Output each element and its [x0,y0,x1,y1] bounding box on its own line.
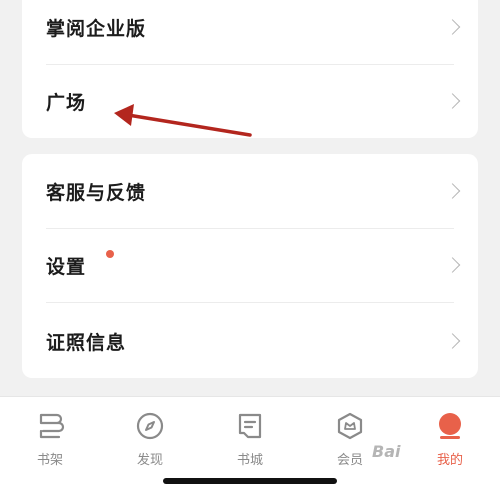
vip-shield-icon [335,411,365,441]
menu-item-label: 证照信息 [46,331,127,354]
menu-item-label: 广场 [46,91,87,114]
menu-item-enterprise[interactable]: 掌阅企业版 [22,0,478,64]
compass-icon [135,411,165,441]
bottom-tab-bar: 书架 发现 书城 会员 我的 [0,396,500,500]
divider [46,302,454,303]
chevron-right-icon [444,183,461,199]
home-indicator[interactable] [163,478,337,484]
menu-item-label: 客服与反馈 [46,181,147,204]
book-icon [235,411,265,441]
menu-card-top: 掌阅企业版 广场 [22,0,478,138]
tab-bookshelf[interactable]: 书架 [0,397,100,477]
tab-mine[interactable]: 我的 [400,397,500,477]
notification-dot [106,250,114,258]
tab-label: 我的 [436,453,463,468]
tab-vip[interactable]: 会员 [300,397,400,477]
tab-label: 书城 [236,453,263,468]
chevron-right-icon [444,333,461,349]
menu-item-license-info[interactable]: 证照信息 [22,304,478,378]
tab-label: 书架 [36,453,63,468]
tab-label: 会员 [336,453,363,468]
menu-card-bottom: 客服与反馈 设置 证照信息 [22,154,478,378]
menu-item-square[interactable]: 广场 [22,64,478,138]
menu-item-label: 掌阅企业版 [46,17,147,40]
profile-dot-icon [435,411,465,441]
menu-item-label: 设置 [46,255,87,278]
watermark: Bai [372,442,401,461]
bookshelf-icon [35,411,65,441]
tab-bookstore[interactable]: 书城 [200,397,300,477]
tab-discover[interactable]: 发现 [100,397,200,477]
chevron-right-icon [444,19,461,35]
menu-item-settings[interactable]: 设置 [22,228,478,302]
chevron-right-icon [444,93,461,109]
tab-label: 发现 [136,453,163,468]
menu-item-support-feedback[interactable]: 客服与反馈 [22,154,478,228]
chevron-right-icon [444,257,461,273]
